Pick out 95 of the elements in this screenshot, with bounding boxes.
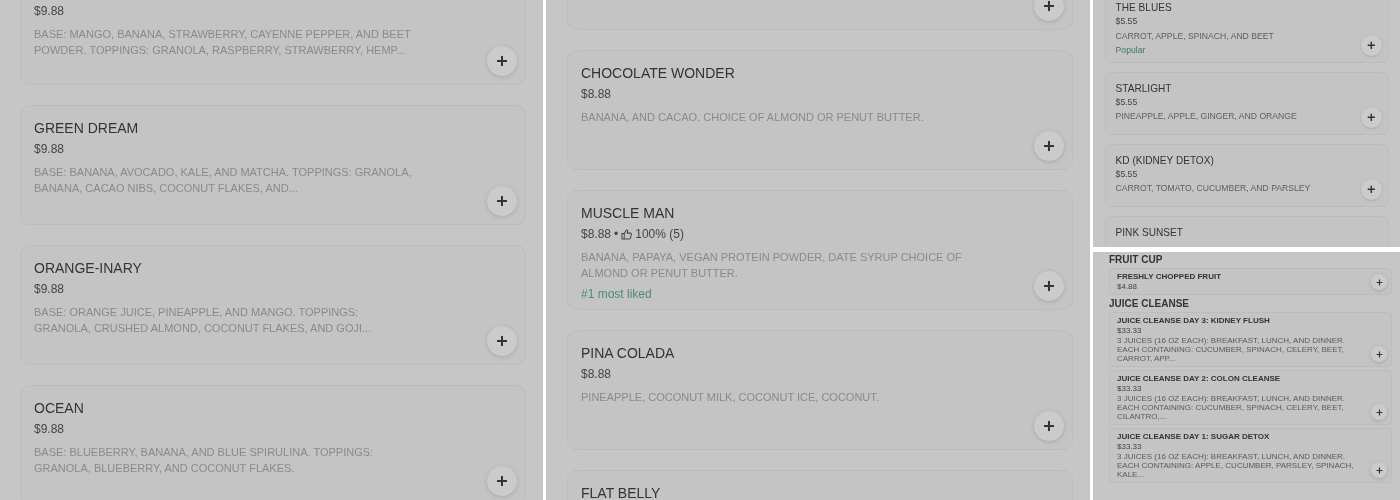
menu-item-card[interactable]: CHOCOLATE WONDER $8.88 BANANA, AND CACAO. CHOICE OF ALMOND OR PENUT BUTTER. [567,50,1073,170]
item-description: PINEAPPLE, APPLE, GINGER, AND ORANGE [1115,111,1298,123]
plus-icon [1375,466,1383,474]
add-button[interactable] [487,186,517,216]
item-name: JUICE CLEANSE DAY 2: COLON CLEANSE [1117,374,1281,383]
item-name: JUICE CLEANSE DAY 1: SUGAR DETOX [1117,432,1270,441]
thumbs-up-icon [621,228,633,240]
popularity-label: Popular [1115,45,1146,56]
item-price: $8.88 [581,367,612,381]
plus-icon [1367,41,1376,50]
item-name: PINK SUNSET [1115,226,1183,238]
menu-item-card[interactable]: FRESHLY CHOPPED FRUIT $4.88 [1109,268,1392,295]
item-name: PINA COLADA [581,345,675,361]
item-price: $4.88 [1117,282,1138,291]
item-name: STARLIGHT [1115,82,1172,94]
menu-item-card[interactable]: ORANGE-INARY $9.88 BASE: ORANGE JUICE, PINEAPPLE, AND MANGO. TOPPINGS: GRANOLA, CRUSHED ALMOND, COCONUT FLAKES, AND GOJI... [20,245,526,365]
item-description: PINEAPPLE, COCONUT MILK, COCONUT ICE, COCONUT. [581,390,880,405]
plus-icon [1375,278,1383,286]
item-name: GREEN DREAM [34,120,139,136]
item-name: JUICE CLEANSE DAY 3: KIDNEY FLUSH [1117,316,1270,325]
item-description: 3 JUICES (16 OZ EACH): BREAKFAST, LUNCH, AND DINNER. EACH CONTAINING: CUCUMBER, SPINACH, CELERY, BEET, CILANTRO,... [1117,394,1347,421]
add-button[interactable] [1371,462,1387,478]
add-button[interactable] [1371,404,1387,420]
add-button[interactable] [1360,106,1383,129]
add-button[interactable] [1371,346,1387,362]
plus-icon [496,475,508,487]
menu-item-card[interactable]: STARLIGHT $5.55 PINEAPPLE, APPLE, GINGER, AND ORANGE [1105,71,1390,136]
plus-icon [1043,420,1055,432]
plus-icon [496,335,508,347]
add-button[interactable] [487,46,517,76]
menu-item-card[interactable]: PINK SUNSET [1105,215,1390,247]
menu-item-card[interactable]: MUSCLE MAN $8.88 • 100% (5) BANANA, PAPAYA, VEGAN PROTEIN POWDER, DATE SYRUP CHOICE OF ALMOND OR PENUT BUTTER. #1 most liked [567,190,1073,310]
item-rating: 100% (5) [635,227,684,241]
item-price: $33.33 [1117,384,1142,393]
add-button[interactable] [1034,271,1064,301]
menu-item-card[interactable]: OCEAN $9.88 BASE: BLUEBERRY, BANANA, AND BLUE SPIRULINA. TOPPINGS: GRANOLA, BLUEBERRY, AND COCONUT FLAKES. [20,385,526,500]
item-description: BANANA, AND CACAO. CHOICE OF ALMOND OR PENUT BUTTER. [581,110,925,125]
add-button[interactable] [487,326,517,356]
item-name: FRESHLY CHOPPED FRUIT [1117,272,1221,281]
menu-item-card[interactable]: JUICE CLEANSE DAY 3: KIDNEY FLUSH $33.33 3 JUICES (16 OZ EACH): BREAKFAST, LUNCH, AND DINNER. EACH CONTAINING: CUCUMBER, SPINACH, CELERY, BEET, CARROT, APP... [1109,312,1392,367]
item-description: BASE: ORANGE JUICE, PINEAPPLE, AND MANGO. TOPPINGS: GRANOLA, CRUSHED ALMOND, COCONUT FLAKES, AND GOJI... [34,305,373,336]
item-name: CHOCOLATE WONDER [581,65,735,81]
plus-icon [496,195,508,207]
item-price: $8.88 [581,227,612,241]
item-description: CARROT, TOMATO, CUCUMBER, AND PARSLEY [1115,183,1312,195]
popularity-label: #1 most liked [581,287,652,301]
menu-item-card[interactable]: KD (KIDNEY DETOX) $5.55 CARROT, TOMATO, CUCUMBER, AND PARSLEY [1105,143,1390,208]
menu-item-card[interactable]: THE BLUES $5.55 CARROT, APPLE, SPINACH, AND BEET Popular [1105,0,1390,64]
item-description: CARROT, APPLE, SPINACH, AND BEET [1115,30,1275,43]
item-name: KD (KIDNEY DETOX) [1115,154,1214,166]
item-price: $8.88 [581,87,612,101]
item-name: FLAT BELLY [581,485,661,500]
add-button[interactable] [1371,274,1387,290]
plus-icon [1043,280,1055,292]
item-description: BANANA, PAPAYA, VEGAN PROTEIN POWDER, DATE SYRUP CHOICE OF ALMOND OR PENUT BUTTER. [581,250,962,281]
item-price: $33.33 [1117,326,1142,335]
plus-icon [1367,185,1376,194]
item-name: THE BLUES [1115,2,1172,14]
plus-icon [1043,140,1055,152]
item-description: BASE: MANGO, BANANA, STRAWBERRY, CAYENNE PEPPER, AND BEET POWDER. TOPPINGS: GRANOLA, RASPBERRY, STRAWBERRY, HEMP... [34,27,412,58]
item-description: 3 JUICES (16 OZ EACH): BREAKFAST, LUNCH, AND DINNER. EACH CONTAINING: APPLE, CUCUMBER, PARSLEY, SPINACH, KALE... [1117,452,1355,479]
item-description: BASE: BLUEBERRY, BANANA, AND BLUE SPIRULINA. TOPPINGS: GRANOLA, BLUEBERRY, AND COCONUT FLAKES. [34,445,375,476]
add-button[interactable] [1034,0,1064,21]
section-heading: FRUIT CUP [1109,254,1164,265]
add-button[interactable] [1360,34,1383,57]
item-price: $9.88 [34,282,65,296]
add-button[interactable] [487,466,517,496]
item-price: $9.88 [34,142,65,156]
item-price: $5.55 [1115,168,1138,179]
plus-icon [1375,350,1383,358]
menu-item-card[interactable]: GREEN DREAM $9.88 BASE: BANANA, AVOCADO, KALE, AND MATCHA. TOPPINGS: GRANOLA, BANANA, CACAO NIBS, COCONUT FLAKES, AND... [20,105,526,225]
plus-icon [1367,113,1376,122]
section-heading: JUICE CLEANSE [1109,298,1190,309]
menu-item-card[interactable]: JUICE CLEANSE DAY 1: SUGAR DETOX $33.33 3 JUICES (16 OZ EACH): BREAKFAST, LUNCH, AND DINNER. EACH CONTAINING: APPLE, CUCUMBER, PARSLEY, SPINACH, KALE... [1109,428,1392,483]
menu-item-card[interactable]: $9.88 BASE: MANGO, BANANA, STRAWBERRY, CAYENNE PEPPER, AND BEET POWDER. TOPPINGS: GRANOLA, RASPBERRY, STRAWBERRY, HEMP... [20,0,526,85]
item-description: 3 JUICES (16 OZ EACH): BREAKFAST, LUNCH, AND DINNER. EACH CONTAINING: CUCUMBER, SPINACH, CELERY, BEET, CARROT, APP... [1117,336,1347,363]
item-name: MUSCLE MAN [581,205,675,221]
plus-icon [1375,408,1383,416]
item-price: $5.55 [1115,96,1138,107]
plus-icon [496,55,508,67]
add-button[interactable] [1360,178,1383,201]
item-price: $9.88 [34,4,65,18]
item-price: $9.88 [34,422,65,436]
item-price: $33.33 [1117,442,1142,451]
item-name: ORANGE-INARY [34,260,142,276]
item-name: OCEAN [34,400,84,416]
add-button[interactable] [1034,131,1064,161]
add-button[interactable] [1034,411,1064,441]
plus-icon [1043,0,1055,12]
separator-dot: • [614,227,619,241]
menu-item-card[interactable]: JUICE CLEANSE DAY 2: COLON CLEANSE $33.33 3 JUICES (16 OZ EACH): BREAKFAST, LUNCH, AND DINNER. EACH CONTAINING: CUCUMBER, SPINACH, CELERY, BEET, CILANTRO,... [1109,370,1392,425]
menu-item-card[interactable]: FLAT BELLY [567,470,1073,500]
menu-item-card[interactable]: PINA COLADA $8.88 PINEAPPLE, COCONUT MILK, COCONUT ICE, COCONUT. [567,330,1073,450]
item-price: $5.55 [1115,16,1138,27]
item-description: BASE: BANANA, AVOCADO, KALE, AND MATCHA. TOPPINGS: GRANOLA, BANANA, CACAO NIBS, COCONUT FLAKES, AND... [34,165,413,196]
